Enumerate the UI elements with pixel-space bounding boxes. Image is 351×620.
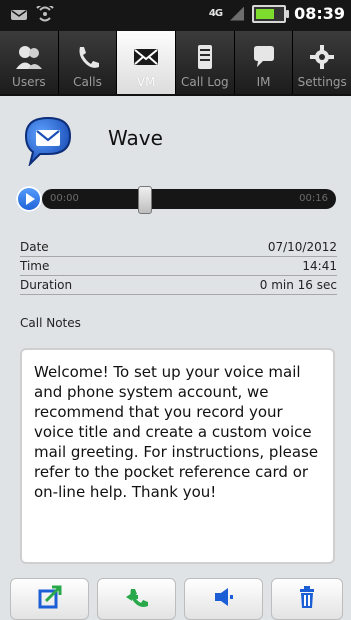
speaker-icon: [210, 583, 238, 615]
message-icon: [10, 7, 28, 26]
tab-label: Users: [12, 75, 46, 89]
call-notes-label: Call Notes: [20, 316, 81, 330]
detail-value: 0 min 16 sec: [259, 278, 337, 292]
tab-label: VM: [136, 75, 156, 89]
play-button[interactable]: [16, 186, 42, 212]
envelope-icon: [131, 44, 161, 76]
signal-icon: [230, 6, 245, 21]
network-type: 4G: [208, 8, 223, 19]
progress-track[interactable]: [42, 186, 336, 214]
detail-label: Time: [20, 259, 50, 273]
detail-row-date: Date 07/10/2012: [20, 238, 337, 257]
action-bar: [0, 574, 351, 620]
tab-users[interactable]: Users: [0, 31, 58, 94]
forward-button[interactable]: [10, 578, 89, 620]
status-right: 4G 08:39: [209, 4, 345, 23]
phone-icon: [73, 44, 103, 76]
users-icon: [14, 44, 44, 76]
call-notes-text[interactable]: Welcome! To set up your voice mail and p…: [20, 348, 335, 564]
tab-im[interactable]: IM: [233, 31, 293, 94]
tab-label: Settings: [297, 75, 347, 89]
tab-label: Calls: [73, 75, 102, 89]
tab-label: Call Log: [181, 75, 229, 89]
detail-label: Date: [20, 240, 49, 254]
detail-label: Duration: [20, 278, 73, 292]
battery-icon: [252, 4, 290, 23]
total-time: 00:16: [299, 193, 328, 204]
tab-bar: Users Calls VM Call Log IM Settings: [0, 31, 351, 96]
status-bar: 4G 08:39: [0, 0, 351, 31]
message-title: Wave: [108, 126, 163, 150]
tab-settings[interactable]: Settings: [292, 31, 351, 94]
detail-row-duration: Duration 0 min 16 sec: [20, 276, 337, 295]
forward-note-icon: [36, 583, 64, 615]
tab-vm[interactable]: VM: [116, 31, 176, 94]
battery-level: [256, 8, 275, 19]
delete-icon: [293, 583, 321, 615]
speaker-button[interactable]: [184, 578, 263, 620]
tab-call-log[interactable]: Call Log: [175, 31, 234, 94]
delete-button[interactable]: [271, 578, 343, 620]
status-time: 08:39: [294, 4, 345, 23]
current-time: 00:00: [50, 193, 79, 204]
call-back-button[interactable]: [97, 578, 176, 620]
audio-player: 00:00 00:16: [16, 186, 336, 214]
tab-label: IM: [256, 75, 271, 89]
chat-icon: [249, 44, 279, 76]
wifi-hotspot-icon: [34, 3, 56, 26]
detail-value: 14:41: [302, 259, 337, 273]
call-back-icon: [123, 583, 151, 615]
gear-icon: [307, 44, 337, 76]
message-header: Wave: [20, 114, 340, 168]
tab-calls[interactable]: Calls: [57, 31, 117, 94]
detail-value: 07/10/2012: [267, 240, 337, 254]
detail-row-time: Time 14:41: [20, 257, 337, 276]
seek-thumb[interactable]: [138, 186, 152, 214]
voicemail-icon: [20, 114, 76, 168]
status-left: [10, 3, 56, 26]
details-list: Date 07/10/2012 Time 14:41 Duration 0 mi…: [20, 238, 337, 295]
call-log-icon: [190, 44, 220, 76]
